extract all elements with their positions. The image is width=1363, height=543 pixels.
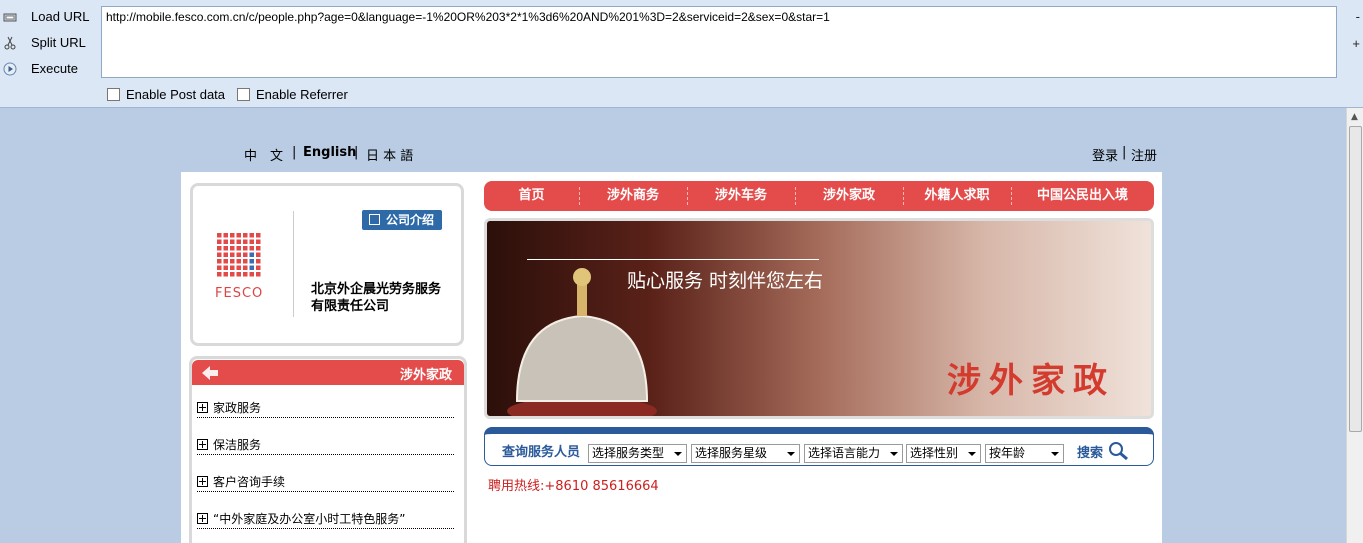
arrow-box-icon — [369, 214, 380, 225]
scroll-up-arrow-icon[interactable]: ▲ — [1351, 112, 1358, 122]
enable-referrer-label: Enable Referrer — [256, 87, 348, 102]
sidebar-item-label: 家政服务 — [213, 401, 262, 415]
search-label: 查询服务人员 — [502, 445, 581, 460]
lang-english-link[interactable]: English — [303, 145, 356, 160]
chevron-down-icon — [968, 452, 976, 456]
banner-title: 涉外家政 — [947, 361, 1115, 401]
execute-button[interactable]: Execute — [0, 59, 96, 81]
execute-label: Execute — [31, 61, 78, 76]
lang-chinese-link[interactable]: 中 文 — [244, 145, 283, 164]
sidebar-item-label: “中外家庭及办公室小时工特色服务” — [213, 512, 406, 526]
company-name: 北京外企晨光劳务服务有限责任公司 — [311, 282, 442, 314]
magnifier-icon — [1108, 442, 1128, 461]
sidebar-item-label: 保洁服务 — [213, 438, 262, 452]
service-star-select[interactable]: 选择服务星级 — [691, 444, 800, 463]
increase-font-button[interactable]: + — [1352, 36, 1360, 51]
search-button[interactable]: 搜索 — [1077, 441, 1130, 461]
split-url-button[interactable]: Split URL — [0, 33, 96, 55]
banner-line — [527, 259, 819, 260]
sidebar-title: 涉外家政 — [399, 368, 452, 383]
url-textarea[interactable]: http://mobile.fesco.com.cn/c/people.php?… — [101, 6, 1337, 78]
login-link[interactable]: 登录 — [1092, 145, 1118, 164]
banner-image: 贴心服务 时刻伴您左右 涉外家政 — [484, 218, 1154, 419]
banner-slogan: 贴心服务 时刻伴您左右 — [627, 270, 824, 292]
nav-car-service[interactable]: 涉外车务 — [687, 181, 795, 211]
decrease-font-button[interactable]: - — [1356, 9, 1360, 24]
service-star-value: 选择服务星级 — [695, 446, 768, 460]
scissors-icon — [4, 36, 16, 50]
expand-plus-icon[interactable] — [197, 476, 208, 487]
expand-plus-icon[interactable] — [197, 513, 208, 524]
company-intro-button[interactable]: 公司介绍 — [362, 210, 442, 230]
hiring-hotline: 聘用热线:+8610 85616664 — [488, 479, 659, 494]
sidebar-item-label: 客户咨询手续 — [213, 475, 286, 489]
logo-divider — [293, 211, 294, 317]
scrollbar-thumb[interactable] — [1349, 126, 1362, 432]
enable-post-checkbox[interactable]: Enable Post data — [107, 87, 225, 102]
language-ability-value: 选择语言能力 — [808, 446, 881, 460]
sidebar-item-housekeeping[interactable]: 家政服务 — [197, 399, 454, 418]
service-type-value: 选择服务类型 — [592, 446, 665, 460]
nav-business[interactable]: 涉外商务 — [579, 181, 687, 211]
expand-plus-icon[interactable] — [197, 439, 208, 450]
chevron-down-icon — [1051, 452, 1059, 456]
service-type-select[interactable]: 选择服务类型 — [588, 444, 687, 463]
sidebar-item-hourly-service[interactable]: “中外家庭及办公室小时工特色服务” — [197, 510, 454, 529]
sidebar-header: 涉外家政 — [192, 360, 464, 385]
nav-foreigner-jobs[interactable]: 外籍人求职 — [903, 181, 1011, 211]
load-url-button[interactable]: Load URL — [0, 7, 96, 29]
chevron-down-icon — [674, 452, 682, 456]
expand-plus-icon[interactable] — [197, 402, 208, 413]
search-button-label: 搜索 — [1077, 446, 1104, 461]
nav-citizen-exit-entry[interactable]: 中国公民出入境 — [1011, 181, 1154, 211]
gender-value: 选择性别 — [910, 446, 959, 460]
load-url-label: Load URL — [31, 9, 90, 24]
age-value: 按年龄 — [989, 446, 1026, 460]
chevron-down-icon — [787, 452, 795, 456]
hackbar-toolbar: Load URL Split URL Execute http://mobile… — [0, 0, 1363, 108]
nav-home[interactable]: 首页 — [484, 181, 579, 211]
sidebar-item-cleaning[interactable]: 保洁服务 — [197, 436, 454, 455]
fesco-logo-text: FESCO — [215, 286, 264, 301]
auth-separator: | — [1122, 145, 1127, 160]
fesco-logo-icon[interactable] — [217, 233, 263, 281]
main-nav: 首页 涉外商务 涉外车务 涉外家政 外籍人求职 中国公民出入境 — [484, 181, 1154, 211]
lang-separator: | — [354, 145, 359, 160]
nav-housekeeping[interactable]: 涉外家政 — [795, 181, 903, 211]
sidebar-item-consult[interactable]: 客户咨询手续 — [197, 473, 454, 492]
gender-select[interactable]: 选择性别 — [906, 444, 981, 463]
age-select[interactable]: 按年龄 — [985, 444, 1064, 463]
lang-separator: | — [292, 145, 297, 160]
lang-japanese-link[interactable]: 日 本 語 — [366, 145, 413, 164]
split-url-label: Split URL — [31, 35, 86, 50]
register-link[interactable]: 注册 — [1131, 145, 1157, 164]
enable-referrer-checkbox[interactable]: Enable Referrer — [237, 87, 348, 102]
load-url-icon — [3, 13, 17, 22]
chevron-down-icon — [890, 452, 898, 456]
company-intro-label: 公司介绍 — [386, 213, 435, 227]
checkbox-box[interactable] — [237, 88, 250, 101]
language-ability-select[interactable]: 选择语言能力 — [804, 444, 903, 463]
enable-post-label: Enable Post data — [126, 87, 226, 102]
play-icon — [3, 62, 17, 76]
vertical-scrollbar[interactable]: ▲ — [1346, 108, 1363, 543]
arrow-icon — [202, 366, 218, 380]
checkbox-box[interactable] — [107, 88, 120, 101]
